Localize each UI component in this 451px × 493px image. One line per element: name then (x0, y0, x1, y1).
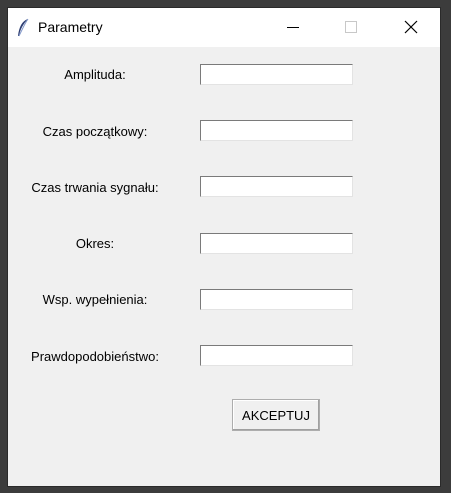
signal-duration-input[interactable] (200, 176, 353, 197)
start-time-input[interactable] (200, 120, 353, 141)
accept-button[interactable]: AKCEPTUJ (232, 399, 320, 431)
probability-input[interactable] (200, 345, 353, 366)
start-time-label: Czas początkowy: (42, 124, 148, 139)
feather-icon (16, 18, 30, 38)
minimize-button[interactable] (264, 8, 322, 47)
maximize-button[interactable] (322, 8, 380, 47)
close-button[interactable] (382, 8, 440, 47)
amplitude-input[interactable] (200, 64, 353, 85)
window-title: Parametry (38, 19, 103, 35)
duty-cycle-input[interactable] (200, 289, 353, 310)
probability-label: Prawdopodobieństwo: (31, 349, 159, 364)
parametry-window: Parametry Amplituda: Czas początkowy: Cz… (8, 8, 440, 486)
title-bar[interactable]: Parametry (8, 8, 440, 47)
close-icon (404, 20, 418, 34)
maximize-icon (345, 21, 357, 33)
signal-duration-label: Czas trwania sygnału: (31, 180, 159, 195)
minimize-icon (287, 27, 299, 28)
period-input[interactable] (200, 233, 353, 254)
desktop-background: Parametry Amplituda: Czas początkowy: Cz… (0, 0, 451, 493)
duty-cycle-label: Wsp. wypełnienia: (42, 292, 148, 307)
amplitude-label: Amplituda: (64, 67, 126, 82)
period-label: Okres: (75, 236, 115, 251)
